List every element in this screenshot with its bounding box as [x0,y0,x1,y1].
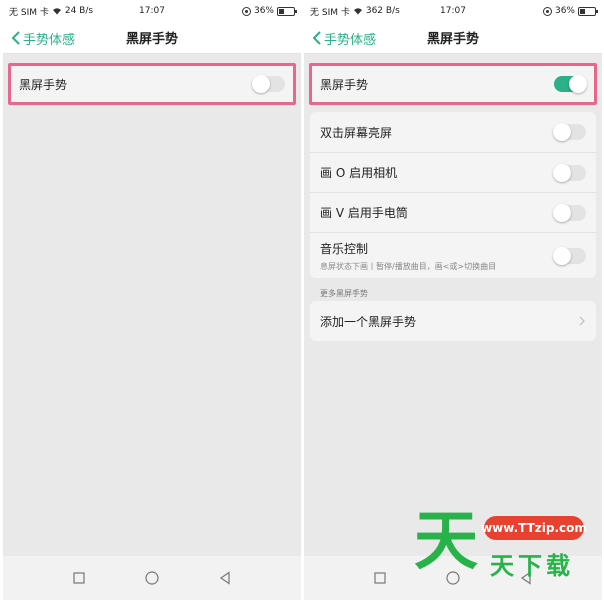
home-button[interactable] [441,566,465,590]
recents-button[interactable] [368,566,392,590]
carrier-text: 无 SIM 卡 [9,7,49,18]
row-label: 黑屏手势 [320,77,369,92]
back-label: 手势体感 [23,32,76,48]
row-label: 画 O 启用相机 [320,166,398,180]
row-label: 黑屏手势 [19,77,68,92]
battery-icon [277,6,297,16]
row-label: 双击屏幕亮屏 [320,125,393,140]
draw-o-toggle[interactable] [553,163,586,182]
black-screen-gesture-toggle[interactable] [554,75,587,93]
settings-content: 黑屏手势 [3,54,301,556]
battery-percent: 36% [554,6,575,16]
home-button[interactable] [140,566,164,590]
left-screen: 无 SIM 卡 24 B/s 17:07 36% 手势体感 黑屏手势 黑屏手势 [3,0,301,600]
title-bar: 手势体感 黑屏手势 [304,22,602,54]
row-label: 添加一个黑屏手势 [320,314,417,329]
toggle-knob [553,203,571,222]
triangle-back-icon [219,571,230,585]
square-icon [73,572,85,584]
battery-percent: 36% [253,6,274,16]
circle-icon [446,571,460,585]
back-button[interactable]: 手势体感 [312,22,376,54]
status-bar: 无 SIM 卡 24 B/s 17:07 36% [3,0,301,22]
battery-icon [578,6,598,16]
rotation-lock-icon [241,6,251,16]
chevron-left-icon [312,31,321,45]
gesture-row-double-tap[interactable]: 双击屏幕亮屏 [310,112,596,152]
back-button[interactable]: 手势体感 [11,22,75,54]
gesture-row-draw-o[interactable]: 画 O 启用相机 [310,152,596,192]
section-title-more: 更多黑屏手势 [320,289,368,298]
add-gesture-row[interactable]: 添加一个黑屏手势 [310,301,596,341]
carrier-text: 无 SIM 卡 [310,7,350,18]
toggle-knob [569,75,587,93]
right-screen: 无 SIM 卡 362 B/s 17:07 36% 手势体感 黑屏手势 黑屏手势 [304,0,602,600]
black-screen-gesture-toggle[interactable] [252,75,285,93]
toggle-knob [252,75,270,93]
chevron-right-icon [579,316,585,326]
network-speed: 362 B/s [365,6,400,16]
triangle-back-icon [520,571,531,585]
gestures-card: 双击屏幕亮屏 画 O 启用相机 画 V 启用手电筒 音乐控制 息屏状态下画丨暂停… [310,112,596,278]
toggle-knob [553,163,571,182]
back-label: 手势体感 [324,32,377,48]
wifi-icon [353,8,362,15]
nav-bar [3,556,301,600]
toggle-knob [553,246,571,265]
rotation-lock-icon [542,6,552,16]
draw-v-toggle[interactable] [553,203,586,222]
status-bar: 无 SIM 卡 362 B/s 17:07 36% [304,0,602,22]
wifi-icon [52,8,61,15]
more-gestures-card: 添加一个黑屏手势 [310,301,596,341]
back-nav-button[interactable] [213,566,237,590]
chevron-left-icon [11,31,20,45]
black-screen-gesture-row[interactable]: 黑屏手势 [310,64,596,104]
settings-content: 黑屏手势 双击屏幕亮屏 画 O 启用相机 画 V 启用手电筒 音乐控制 息屏状态… [304,54,602,556]
circle-icon [145,571,159,585]
square-icon [374,572,386,584]
gesture-row-music-control[interactable]: 音乐控制 息屏状态下画丨暂停/播放曲目，画<或>切换曲目 [310,232,596,278]
main-toggle-card: 黑屏手势 [310,64,596,104]
double-tap-toggle[interactable] [553,123,586,141]
title-bar: 手势体感 黑屏手势 [3,22,301,54]
toggle-knob [553,123,571,141]
recents-button[interactable] [67,566,91,590]
music-control-toggle[interactable] [553,246,586,265]
network-speed: 24 B/s [64,6,94,16]
nav-bar [304,556,602,600]
row-label: 音乐控制 [320,241,369,256]
back-nav-button[interactable] [514,566,538,590]
settings-card: 黑屏手势 [9,64,295,104]
gesture-row-draw-v[interactable]: 画 V 启用手电筒 [310,192,596,232]
row-description: 息屏状态下画丨暂停/播放曲目，画<或>切换曲目 [320,261,497,271]
black-screen-gesture-row[interactable]: 黑屏手势 [9,64,295,104]
row-label: 画 V 启用手电筒 [320,206,408,220]
